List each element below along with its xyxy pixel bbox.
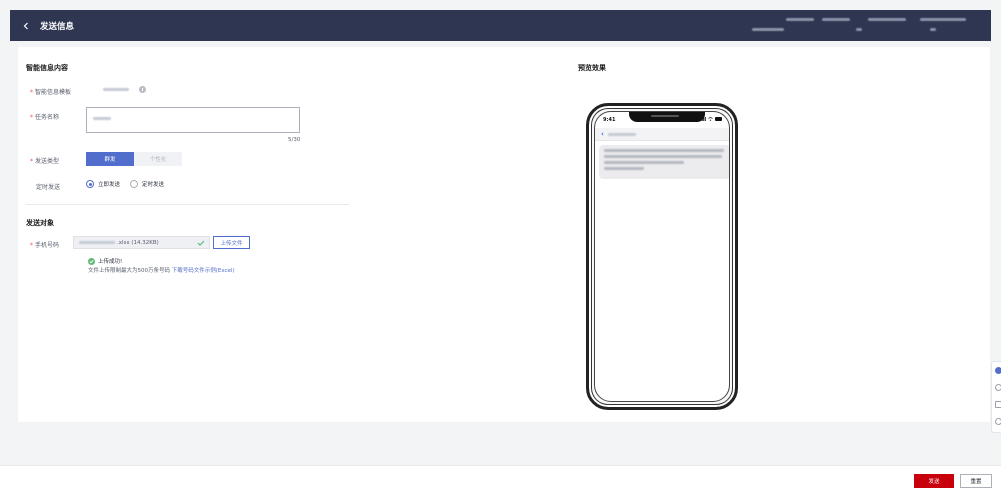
section-title-content: 智能信息内容	[26, 64, 68, 72]
info-icon[interactable]	[139, 86, 146, 93]
sender-name-redacted	[607, 132, 636, 136]
radio-checked-icon	[86, 180, 94, 188]
chat-back-icon[interactable]: ‹	[601, 130, 604, 138]
feedback-icon[interactable]	[995, 401, 1001, 408]
footer-bar	[0, 465, 1001, 491]
reset-button[interactable]: 重置	[960, 474, 992, 488]
file-name-redacted	[79, 241, 115, 244]
radio-unchecked-icon	[130, 180, 139, 188]
success-check-icon	[88, 257, 95, 265]
task-name-label: * 任务名称	[30, 114, 60, 121]
check-icon	[197, 240, 205, 246]
wifi-icon	[708, 117, 713, 121]
template-label: * 智能信息模板	[30, 89, 72, 96]
message-bubble	[599, 145, 729, 179]
section-title-target: 发送对象	[26, 219, 54, 227]
task-name-redacted	[93, 117, 111, 120]
upload-success-message: 上传成功!	[88, 257, 122, 265]
phone-notch	[629, 112, 705, 122]
main-card	[18, 47, 990, 422]
send-type-personalized-button[interactable]: 个性化	[134, 152, 182, 166]
download-sample-link[interactable]: 下载号码文件示例(Excel)	[172, 268, 235, 274]
chevron-left-icon[interactable]	[18, 18, 34, 34]
floating-tool-panel	[991, 361, 1001, 433]
battery-icon	[715, 117, 722, 121]
send-type-label: * 发送类型	[30, 158, 60, 165]
top-bar: 发送信息	[10, 10, 991, 41]
schedule-later-radio[interactable]: 定时发送	[130, 180, 164, 188]
page-title: 发送信息	[40, 21, 75, 32]
signal-icon	[700, 117, 706, 121]
uploaded-file-field: .xlsx (14.32KB)	[73, 236, 210, 249]
phone-screen: 9:41 ‹	[594, 111, 730, 402]
phone-status-icons	[700, 117, 722, 121]
task-name-field[interactable]	[86, 107, 300, 133]
preview-title: 预览效果	[578, 64, 606, 72]
support-icon[interactable]	[995, 384, 1001, 391]
assistant-icon[interactable]	[995, 367, 1001, 374]
phone-status-time: 9:41	[603, 117, 616, 123]
template-name-redacted	[103, 88, 129, 91]
upload-file-button[interactable]: 上传文件	[213, 236, 250, 249]
schedule-now-radio[interactable]: 立即发送	[86, 180, 120, 188]
help-icon[interactable]	[995, 418, 1001, 425]
send-type-bulk-button[interactable]: 群发	[86, 152, 134, 166]
schedule-radio-group: 立即发送 定时发送	[86, 180, 164, 188]
chat-header: ‹	[595, 128, 729, 141]
upload-hint: 文件上传限制最大为500万条号码 下载号码文件示例(Excel)	[88, 268, 235, 274]
send-button[interactable]: 发送	[914, 474, 954, 488]
template-value[interactable]	[103, 86, 146, 93]
divider	[26, 204, 349, 205]
phone-label: * 手机号码	[30, 242, 60, 249]
send-type-toggle: 群发 个性化	[86, 152, 182, 166]
task-name-counter: 5/30	[288, 137, 301, 143]
schedule-label: 定时发送	[36, 184, 61, 191]
phone-preview: 9:41 ‹	[586, 103, 738, 410]
